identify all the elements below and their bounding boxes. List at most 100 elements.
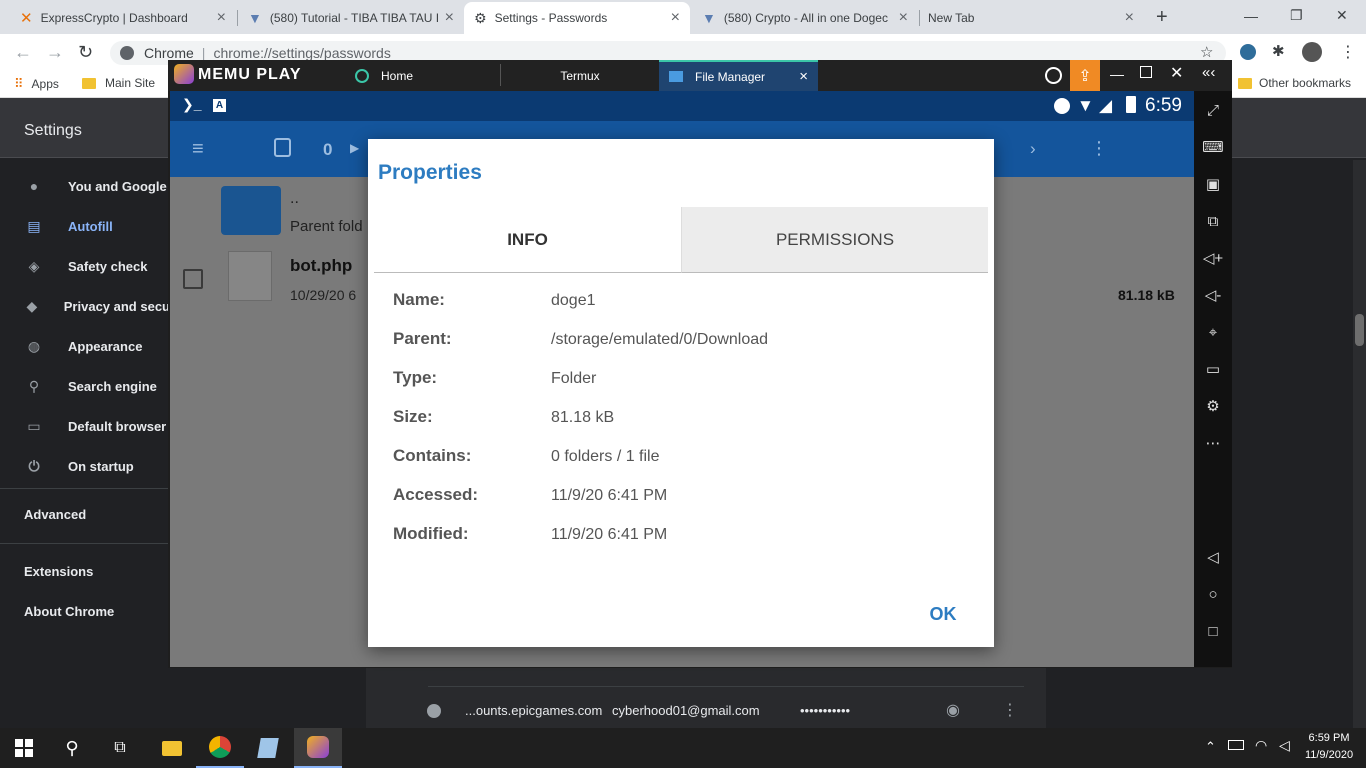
location-icon[interactable]: ⌖ [1202, 321, 1224, 343]
sidebar-item-privacy[interactable]: ◆ Privacy and secu [24, 296, 170, 316]
back-icon[interactable]: ← [14, 42, 32, 63]
minimize-button[interactable]: — [1244, 8, 1258, 24]
clock-date[interactable]: 11/9/2020 [1300, 749, 1358, 761]
ok-button[interactable]: OK [920, 596, 966, 632]
apps-grid-icon: ⠿ [14, 76, 24, 91]
parent-label: Parent: [393, 329, 452, 348]
battery-tray-icon[interactable] [1228, 740, 1244, 750]
password-more-icon[interactable]: ⋮ [1002, 700, 1018, 720]
reload-icon[interactable]: ↻ [78, 42, 93, 63]
tab-title: Settings - Passwords [494, 11, 608, 25]
close-tab-icon[interactable]: × [671, 9, 680, 27]
tab-expresscrypto[interactable]: ✕ ExpressCrypto | Dashboard × [10, 2, 236, 34]
multi-window-icon[interactable]: ⧉ [1202, 210, 1224, 232]
search-icon[interactable]: ⚲ [48, 728, 96, 768]
palette-icon: ◍ [27, 337, 41, 354]
close-tab-icon[interactable]: × [899, 9, 908, 27]
overflow-menu-icon[interactable]: ⋮ [1090, 138, 1108, 159]
file-explorer-icon[interactable] [148, 728, 196, 768]
accessed-label: Accessed: [393, 485, 479, 504]
android-back-icon[interactable]: ◁ [1202, 546, 1224, 568]
upload-icon[interactable]: ⇪ [1070, 60, 1100, 91]
site-label: Chrome [144, 45, 194, 61]
bookmark-other[interactable]: Other bookmarks [1238, 76, 1351, 90]
more-menu-icon[interactable]: ⋮ [1340, 42, 1356, 62]
task-view-icon[interactable]: ⧉ [96, 728, 144, 768]
collapse-panel-icon[interactable]: «‹ [1202, 64, 1215, 81]
sidebar-item-search-engine[interactable]: ⚲ Search engine [24, 376, 157, 396]
sidebar-item-safety-check[interactable]: ◈ Safety check [24, 256, 148, 276]
sidebar-item-appearance[interactable]: ◍ Appearance [24, 336, 143, 356]
tab-new-tab[interactable]: New Tab × [918, 2, 1144, 34]
android-recents-icon[interactable]: □ [1202, 620, 1224, 642]
tab-label: INFO [507, 229, 548, 249]
star-icon[interactable]: ☆ [1200, 43, 1213, 61]
page-scrollbar[interactable] [1353, 160, 1366, 728]
fullscreen-icon[interactable]: ⤢ [1202, 99, 1224, 121]
file-checkbox[interactable] [183, 269, 203, 289]
sidebar-item-default-browser[interactable]: ▭ Default browser [24, 416, 166, 436]
memu-tab-home[interactable]: Home [345, 60, 500, 91]
tab-tutorial[interactable]: ▼ (580) Tutorial - TIBA TIBA TAU I × [238, 2, 464, 34]
sidebar-label: Autofill [68, 218, 113, 234]
tab-permissions[interactable]: PERMISSIONS [681, 207, 988, 273]
sidebar-item-advanced[interactable]: Advanced [24, 504, 86, 524]
account-icon[interactable] [1045, 67, 1062, 84]
close-tab-icon[interactable]: × [799, 68, 808, 85]
sidebar-label: On startup [68, 458, 134, 474]
sidebar-item-about-chrome[interactable]: About Chrome [24, 601, 114, 621]
sidebar-item-extensions[interactable]: Extensions [24, 561, 93, 581]
sidebar-item-you-and-google[interactable]: ● You and Google [24, 176, 167, 196]
tray-chevron-up-icon[interactable]: ⌃ [1205, 739, 1216, 755]
tab-label: PERMISSIONS [775, 229, 895, 249]
more-options-icon[interactable]: ⋯ [1202, 432, 1224, 454]
keyboard-icon[interactable]: ⌨ [1202, 136, 1224, 158]
restore-button[interactable]: ❐ [1290, 7, 1303, 24]
lock-icon[interactable] [274, 138, 291, 157]
apk-install-icon[interactable]: ▣ [1202, 173, 1224, 195]
clock-time[interactable]: 6:59 PM [1300, 732, 1358, 744]
tab-crypto[interactable]: ▼ (580) Crypto - All in one Dogec × [692, 2, 918, 34]
type-value: Folder [551, 370, 597, 387]
wifi-tray-icon[interactable]: ◠ [1255, 737, 1267, 754]
memu-maximize-icon[interactable] [1140, 66, 1152, 78]
forward-icon[interactable]: → [46, 42, 64, 63]
chevron-right-icon[interactable]: › [1030, 139, 1036, 159]
dialog-title: Properties [378, 161, 482, 184]
shared-folder-icon[interactable]: ▭ [1202, 358, 1224, 380]
new-tab-button[interactable]: + [1156, 6, 1168, 29]
settings-sidebar [0, 158, 170, 728]
close-window-button[interactable]: ✕ [1336, 7, 1348, 24]
speaker-icon[interactable]: ◁ [1279, 737, 1290, 754]
sidebar-item-autofill[interactable]: ▤ Autofill [24, 216, 113, 236]
settings-gear-icon[interactable]: ⚙ [1202, 395, 1224, 417]
bookmark-apps[interactable]: ⠿ Apps [14, 76, 59, 92]
volume-down-icon[interactable]: ◁- [1202, 284, 1224, 306]
extensions-puzzle-icon[interactable]: ✱ [1272, 42, 1285, 60]
hamburger-menu-icon[interactable]: ≡ [192, 138, 204, 161]
tab-settings-passwords[interactable]: ⚙ Settings - Passwords × [464, 2, 690, 34]
close-tab-icon[interactable]: × [217, 9, 226, 27]
battery-icon [1126, 96, 1136, 113]
memu-close-icon[interactable]: ✕ [1170, 63, 1183, 83]
windows-start-icon[interactable] [0, 728, 48, 768]
modified-label: Modified: [393, 524, 469, 543]
chrome-taskbar-icon[interactable] [196, 728, 244, 768]
memu-taskbar-icon[interactable] [294, 728, 342, 768]
show-password-eye-icon[interactable]: ◉ [946, 700, 960, 720]
scrollbar-thumb[interactable] [1355, 314, 1364, 346]
notes-app-icon[interactable] [244, 728, 292, 768]
close-tab-icon[interactable]: × [445, 9, 454, 27]
sidebar-item-on-startup[interactable]: ⏻ On startup [24, 456, 134, 476]
close-tab-icon[interactable]: × [1125, 9, 1134, 27]
android-home-icon[interactable]: ○ [1202, 583, 1224, 605]
memu-minimize-icon[interactable]: — [1110, 66, 1124, 82]
memu-tab-file-manager[interactable]: File Manager × [659, 60, 818, 91]
file-name: bot.php [290, 256, 353, 275]
tab-info[interactable]: INFO [374, 207, 681, 273]
bookmark-main-site[interactable]: Main Site [82, 76, 155, 90]
extension-globe-icon[interactable] [1240, 44, 1256, 60]
volume-up-icon[interactable]: ◁+ [1202, 247, 1224, 269]
profile-avatar[interactable] [1302, 42, 1322, 62]
memu-tab-termux[interactable]: Termux [501, 60, 659, 91]
